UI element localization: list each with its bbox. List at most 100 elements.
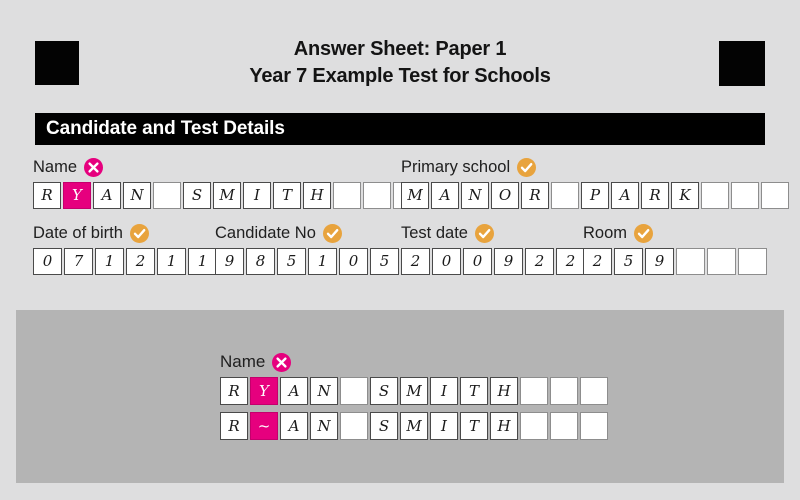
cell[interactable]	[550, 377, 578, 405]
cell[interactable]: R	[521, 182, 549, 209]
cell[interactable]: 1	[95, 248, 124, 275]
panel-field-name-label-text: Name	[220, 352, 266, 371]
registration-mark-left	[35, 41, 79, 85]
detail-panel: Name RYAN SMITH R ~ A N S M I T H	[16, 310, 784, 483]
cell[interactable]	[701, 182, 729, 209]
field-room-cells[interactable]: 259	[583, 248, 767, 275]
field-test-date-label: Test date	[401, 223, 585, 243]
cell[interactable]: N	[310, 412, 338, 440]
registration-mark-right	[719, 41, 765, 86]
cell[interactable]: 0	[463, 248, 492, 275]
cell[interactable]	[363, 182, 391, 209]
cell[interactable]: T	[460, 412, 488, 440]
cell[interactable]: ~	[250, 412, 278, 440]
cell[interactable]: 9	[494, 248, 523, 275]
cell[interactable]: O	[491, 182, 519, 209]
cell[interactable]	[333, 182, 361, 209]
cell[interactable]: 0	[33, 248, 62, 275]
title-line-1: Answer Sheet: Paper 1	[293, 38, 507, 60]
cell[interactable]: A	[280, 412, 308, 440]
cell[interactable]: Y	[63, 182, 91, 209]
cell[interactable]: M	[401, 182, 429, 209]
check-icon	[474, 223, 494, 243]
cell[interactable]	[707, 248, 736, 275]
panel-field-name-label: Name	[220, 352, 608, 372]
cell[interactable]: 9	[645, 248, 674, 275]
cell[interactable]: M	[400, 377, 428, 405]
cell[interactable]	[550, 412, 578, 440]
cell[interactable]: R	[33, 182, 61, 209]
cell[interactable]: A	[431, 182, 459, 209]
cell[interactable]: P	[581, 182, 609, 209]
cell[interactable]: 1	[157, 248, 186, 275]
cell[interactable]: 1	[308, 248, 337, 275]
cell[interactable]	[520, 377, 548, 405]
panel-field-name: Name RYAN SMITH R ~ A N S M I T H	[220, 352, 608, 447]
cell[interactable]	[738, 248, 767, 275]
cell[interactable]: S	[183, 182, 211, 209]
field-primary-school-cells[interactable]: MANORPARK	[401, 182, 789, 209]
cell[interactable]: 2	[525, 248, 554, 275]
cell[interactable]: M	[400, 412, 428, 440]
cell[interactable]: 2	[583, 248, 612, 275]
cell[interactable]: R	[220, 412, 248, 440]
field-candidate-no-label-text: Candidate No	[215, 224, 316, 242]
field-name-cells[interactable]: RYAN SMITH	[33, 182, 421, 209]
cell[interactable]: 0	[339, 248, 368, 275]
cell[interactable]	[580, 412, 608, 440]
cell[interactable]: 7	[64, 248, 93, 275]
field-name: Name RYAN SMITH	[33, 157, 421, 209]
cell[interactable]: 8	[246, 248, 275, 275]
cell[interactable]: 5	[614, 248, 643, 275]
cell[interactable]: R	[220, 377, 248, 405]
cell[interactable]: 0	[432, 248, 461, 275]
cell[interactable]: 2	[556, 248, 585, 275]
cell[interactable]: 2	[126, 248, 155, 275]
cell[interactable]	[340, 412, 368, 440]
cell[interactable]: H	[303, 182, 331, 209]
cell[interactable]: 9	[215, 248, 244, 275]
cell[interactable]: 5	[277, 248, 306, 275]
cell[interactable]: S	[370, 412, 398, 440]
cell[interactable]: 5	[370, 248, 399, 275]
field-candidate-no-label: Candidate No	[215, 223, 399, 243]
cell[interactable]: 2	[401, 248, 430, 275]
cell[interactable]: R	[641, 182, 669, 209]
cell[interactable]: Y	[250, 377, 278, 405]
cell[interactable]	[153, 182, 181, 209]
field-name-label: Name	[33, 157, 421, 177]
cell[interactable]: A	[93, 182, 121, 209]
check-icon	[517, 157, 537, 177]
cell[interactable]: T	[273, 182, 301, 209]
cell[interactable]: A	[611, 182, 639, 209]
answer-sheet: Answer Sheet: Paper 1 Year 7 Example Tes…	[0, 0, 800, 500]
cell[interactable]: K	[671, 182, 699, 209]
cell[interactable]	[520, 412, 548, 440]
cell[interactable]: I	[430, 377, 458, 405]
field-test-date-cells[interactable]: 200922	[401, 248, 585, 275]
cell[interactable]	[340, 377, 368, 405]
cell[interactable]	[761, 182, 789, 209]
panel-name-row-2[interactable]: R ~ A N S M I T H	[220, 412, 608, 440]
cell[interactable]: T	[460, 377, 488, 405]
field-candidate-no-cells[interactable]: 985105	[215, 248, 399, 275]
cell[interactable]: M	[213, 182, 241, 209]
page-title: Answer Sheet: Paper 1 Year 7 Example Tes…	[120, 36, 680, 90]
cell[interactable]: H	[490, 412, 518, 440]
cell[interactable]: N	[461, 182, 489, 209]
cell[interactable]: I	[243, 182, 271, 209]
cell[interactable]	[676, 248, 705, 275]
cell[interactable]	[731, 182, 759, 209]
cell[interactable]: S	[370, 377, 398, 405]
cell[interactable]: N	[123, 182, 151, 209]
cell[interactable]	[580, 377, 608, 405]
cross-icon	[84, 157, 104, 177]
cell[interactable]	[551, 182, 579, 209]
cell[interactable]: H	[490, 377, 518, 405]
cell[interactable]: I	[430, 412, 458, 440]
cell[interactable]: 1	[188, 248, 217, 275]
panel-name-row-1[interactable]: RYAN SMITH	[220, 377, 608, 405]
cell[interactable]: A	[280, 377, 308, 405]
cell[interactable]: N	[310, 377, 338, 405]
field-date-of-birth-cells[interactable]: 071211	[33, 248, 217, 275]
